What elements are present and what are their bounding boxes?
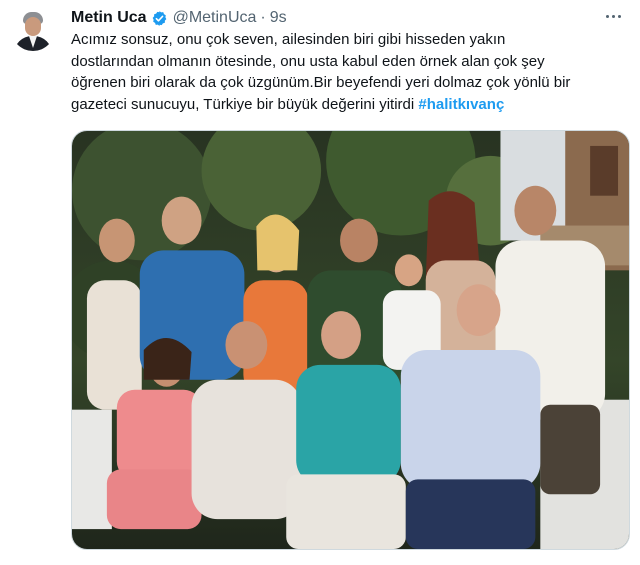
tweet-text-line-3: öğrenen biri olarak da çok üzgünüm.Bir b…	[71, 74, 571, 91]
separator-dot: ·	[260, 9, 266, 26]
tweet-text-line-2: dostlarından olmanın ötesinde, onu usta …	[71, 52, 545, 70]
author-name[interactable]: Metin Uca	[71, 9, 147, 27]
author-handle[interactable]: @MetinUca	[173, 9, 257, 27]
hashtag-link[interactable]: #halitkıvanç	[418, 96, 504, 113]
author-avatar[interactable]	[11, 7, 55, 51]
tweet-photo[interactable]	[71, 130, 630, 550]
tweet: Metin Uca @MetinUca · 9s Acımız sonsuz, …	[0, 0, 640, 565]
tweet-timestamp[interactable]: 9s	[270, 9, 287, 27]
tweet-header: Metin Uca @MetinUca · 9s	[71, 8, 287, 28]
tweet-text-line-4: gazeteci sunucuyu, Türkiye bir büyük değ…	[71, 95, 419, 113]
tweet-text: Acımız sonsuz, onu çok seven, ailesinden…	[71, 29, 621, 115]
tweet-text-line-1: Acımız sonsuz, onu çok seven, ailesinden…	[71, 31, 506, 48]
more-options-icon[interactable]	[602, 5, 624, 27]
family-photo	[72, 131, 629, 549]
verified-badge-icon	[152, 10, 166, 26]
